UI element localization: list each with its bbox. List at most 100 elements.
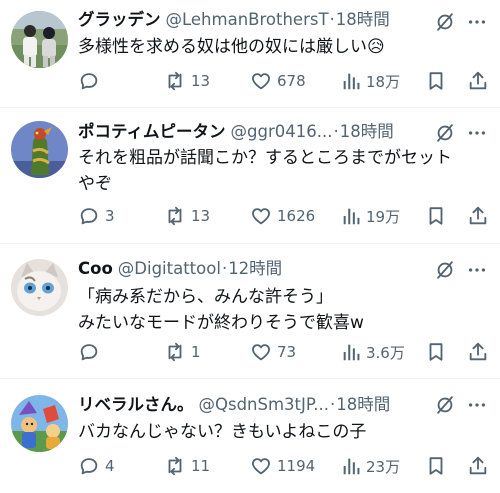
view-count: 18万: [366, 72, 401, 91]
heart-icon: [252, 73, 270, 90]
grok-icon[interactable]: [434, 122, 456, 144]
like-count: 678: [277, 72, 306, 90]
share-icon: [469, 456, 487, 475]
grok-icon[interactable]: [434, 394, 456, 416]
avatar[interactable]: [11, 121, 68, 178]
views-chart-icon: [343, 208, 360, 225]
action-bar: 3 13 1626 19万: [78, 204, 490, 228]
baseball-players-avatar-icon: [11, 11, 68, 68]
timestamp[interactable]: 18時間: [336, 395, 390, 414]
view-count: 3.6万: [366, 343, 405, 362]
action-bar: 1 73 3.6万: [78, 340, 490, 364]
share-button[interactable]: [467, 340, 489, 364]
user-handle[interactable]: @ggr0416...: [231, 122, 333, 141]
views-button[interactable]: 23万: [340, 454, 400, 478]
cat-avatar-icon: [11, 259, 68, 316]
retweet-icon: [168, 456, 182, 476]
more-icon[interactable]: [466, 122, 488, 144]
tweet-card[interactable]: グラッデン @LehmanBrothersT·18時間 多様性を求める奴は他の奴に…: [0, 0, 500, 108]
separator-dot: ·: [221, 259, 228, 278]
like-button[interactable]: 678: [250, 69, 306, 93]
retweet-count: 11: [191, 457, 211, 475]
user-handle[interactable]: @QsdnSm3tJP...: [199, 395, 330, 414]
user-handle[interactable]: @Digitattool: [118, 259, 221, 278]
retweet-icon: [168, 206, 182, 226]
more-icon[interactable]: [466, 394, 488, 416]
display-name[interactable]: リベラルさん。: [78, 395, 194, 414]
retweet-button[interactable]: 13: [164, 204, 210, 228]
timestamp[interactable]: 18時間: [336, 10, 390, 29]
view-count: 19万: [366, 207, 401, 226]
share-icon: [469, 206, 487, 225]
retweet-button[interactable]: 11: [164, 454, 210, 478]
tweet-header: グラッデン @LehmanBrothersT·18時間: [78, 9, 438, 31]
more-icon[interactable]: [466, 259, 488, 281]
avatar[interactable]: [11, 395, 68, 452]
avatar[interactable]: [11, 11, 68, 68]
avatar[interactable]: [11, 259, 68, 316]
tweet-text-line: やぞ: [78, 174, 112, 194]
share-icon: [469, 342, 487, 361]
like-button[interactable]: 1626: [250, 204, 315, 228]
tweet-text: 多様性を求める奴は他の奴には厳しい😥: [78, 34, 486, 60]
more-icon[interactable]: [466, 11, 488, 33]
like-button[interactable]: 73: [250, 340, 296, 364]
retweet-button[interactable]: 13: [164, 69, 210, 93]
bookmark-button[interactable]: [425, 454, 447, 478]
separator-dot: ·: [330, 395, 336, 414]
separator-dot: ·: [333, 122, 339, 141]
bookmark-button[interactable]: [425, 204, 447, 228]
views-chart-icon: [343, 344, 360, 361]
retweet-icon: [168, 342, 182, 362]
like-count: 1626: [277, 207, 316, 225]
display-name[interactable]: Coo: [78, 259, 113, 278]
tweet-header: リベラルさん。 @QsdnSm3tJP...·18時間: [78, 394, 438, 416]
reply-button[interactable]: [78, 69, 105, 93]
retweet-count: 1: [191, 343, 201, 361]
like-button[interactable]: 1194: [250, 454, 315, 478]
tweet-card[interactable]: リベラルさん。 @QsdnSm3tJP...·18時間 バカなんじゃない？きもいよ…: [0, 379, 500, 493]
share-button[interactable]: [467, 204, 489, 228]
tweet-text: それを粗品が話聞こか？するところまでがセット やぞ: [78, 145, 486, 197]
share-icon: [469, 71, 487, 90]
display-name[interactable]: ポコティムピータン: [78, 122, 226, 141]
timeline-feed: グラッデン @LehmanBrothersT·18時間 多様性を求める奴は他の奴に…: [0, 0, 500, 493]
bookmark-icon: [429, 207, 443, 225]
timestamp[interactable]: 18時間: [340, 122, 394, 141]
reply-icon: [80, 73, 98, 90]
reply-button[interactable]: 4: [78, 454, 115, 478]
reply-count: 4: [105, 457, 115, 475]
action-bar: 13 678 18万: [78, 69, 490, 93]
tweet-text-line: 多様性を求める奴は他の奴には厳しい😥: [78, 37, 385, 57]
views-button[interactable]: 19万: [340, 204, 400, 228]
views-button[interactable]: 18万: [340, 69, 400, 93]
views-button[interactable]: 3.6万: [340, 340, 405, 364]
retweet-count: 13: [191, 72, 211, 90]
grok-icon[interactable]: [434, 259, 456, 281]
reply-icon: [80, 344, 98, 361]
retweet-icon: [168, 71, 182, 91]
views-chart-icon: [343, 458, 360, 475]
heart-icon: [252, 344, 270, 361]
reply-count: 3: [105, 207, 115, 225]
tweet-header: ポコティムピータン @ggr0416...·18時間: [78, 121, 438, 143]
timestamp[interactable]: 12時間: [228, 259, 282, 278]
user-handle[interactable]: @LehmanBrothersT: [166, 10, 329, 29]
tweet-text: バカなんじゃない？きもいよねこの子: [78, 419, 486, 445]
bookmark-button[interactable]: [425, 340, 447, 364]
bookmark-icon: [429, 457, 443, 475]
share-button[interactable]: [467, 69, 489, 93]
tweet-text-line: バカなんじゃない？きもいよねこの子: [78, 422, 367, 442]
grok-icon[interactable]: [434, 11, 456, 33]
tweet-card[interactable]: Coo @Digitattool·12時間 「病み系だから、みんな許そう」 みたい…: [0, 244, 500, 379]
reply-button[interactable]: [78, 340, 105, 364]
tweet-card[interactable]: ポコティムピータン @ggr0416...·18時間 それを粗品が話聞こか？すると…: [0, 108, 500, 244]
action-bar: 4 11 1194 23万: [78, 454, 490, 478]
bookmark-button[interactable]: [425, 69, 447, 93]
separator-dot: ·: [329, 10, 335, 29]
display-name[interactable]: グラッデン: [78, 10, 161, 29]
tweet-text: 「病み系だから、みんな許そう」 みたいなモードが終わりそうで歓喜w: [78, 284, 486, 336]
reply-button[interactable]: 3: [78, 204, 115, 228]
share-button[interactable]: [467, 454, 489, 478]
retweet-button[interactable]: 1: [164, 340, 201, 364]
